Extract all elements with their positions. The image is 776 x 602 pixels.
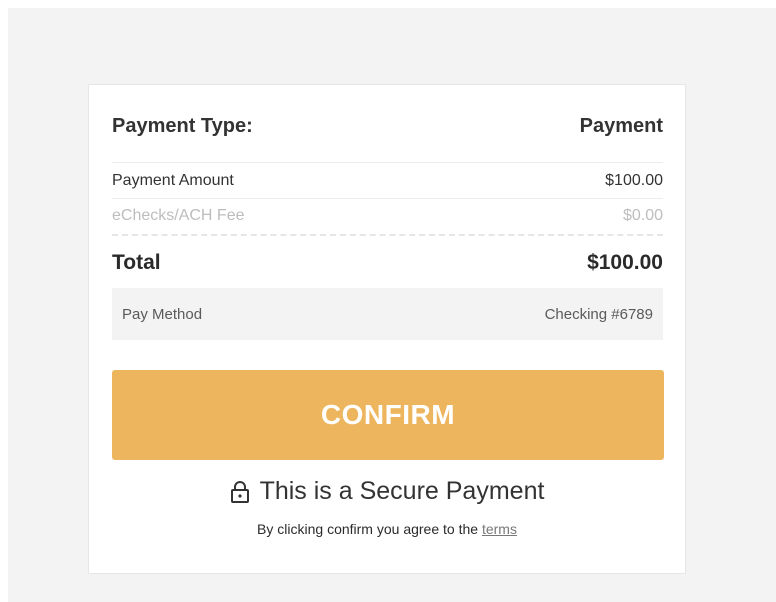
divider <box>112 198 663 199</box>
dashed-divider <box>112 234 663 236</box>
total-row: Total $100.00 <box>112 248 663 278</box>
total-label: Total <box>112 251 161 274</box>
fee-value: $0.00 <box>622 207 663 224</box>
payment-amount-label: Payment Amount <box>112 172 234 189</box>
pay-method-label: Pay Method <box>122 305 203 323</box>
agreement-text: By clicking confirm you agree to the ter… <box>89 521 685 537</box>
pay-method-row: Pay Method Checking #6789 <box>112 288 663 340</box>
confirm-button[interactable]: CONFIRM <box>112 370 664 460</box>
payment-type-label: Payment Type: <box>112 114 253 137</box>
secure-payment-notice: This is a Secure Payment <box>89 477 685 506</box>
agreement-prefix: By clicking confirm you agree to the <box>257 521 482 537</box>
divider <box>112 162 663 163</box>
pay-method-value: Checking #6789 <box>544 305 653 323</box>
lock-icon <box>230 480 250 504</box>
payment-amount-row: Payment Amount $100.00 <box>112 168 663 194</box>
payment-amount-value: $100.00 <box>605 172 663 189</box>
payment-type-value: Payment <box>579 114 663 137</box>
fee-label: eChecks/ACH Fee <box>112 207 245 224</box>
payment-type-row: Payment Type: Payment <box>112 111 663 141</box>
secure-payment-text: This is a Secure Payment <box>259 477 545 505</box>
fee-row: eChecks/ACH Fee $0.00 <box>112 203 663 229</box>
payment-summary-card: Payment Type: Payment Payment Amount $10… <box>88 84 686 574</box>
total-value: $100.00 <box>587 251 663 274</box>
terms-link[interactable]: terms <box>482 521 517 537</box>
